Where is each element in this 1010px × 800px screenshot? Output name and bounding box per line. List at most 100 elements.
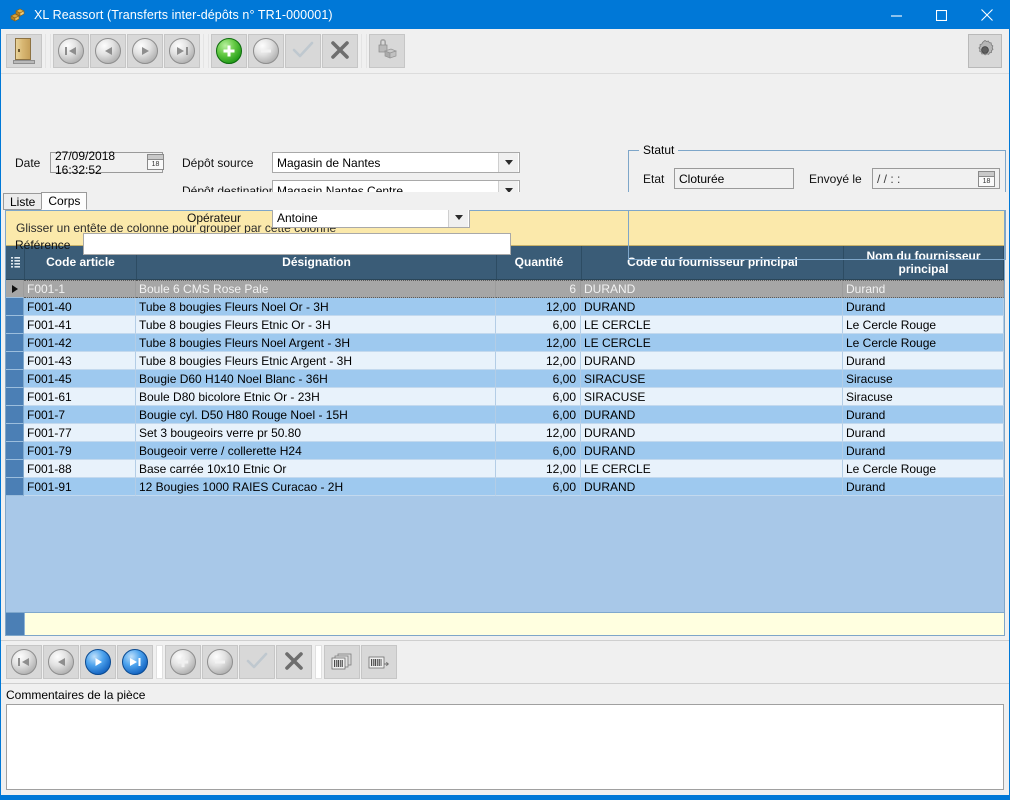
cell-quantite: 6,00 (496, 370, 581, 388)
table-row[interactable]: F001-91 12 Bougies 1000 RAIES Curacao - … (6, 478, 1004, 496)
envoye-value: / / : : (877, 172, 978, 186)
window-controls (874, 1, 1009, 29)
cell-quantite: 12,00 (496, 352, 581, 370)
chevron-down-icon[interactable] (448, 208, 468, 227)
envoye-calendar-icon[interactable]: 18 (978, 171, 995, 187)
cell-code-fournisseur: DURAND (581, 406, 843, 424)
table-row[interactable]: F001-77 Set 3 bougeoirs verre pr 50.80 1… (6, 424, 1004, 442)
window-title: XL Reassort (Transferts inter-dépôts n° … (34, 8, 874, 22)
exit-door-button[interactable] (6, 34, 42, 68)
delete-button[interactable] (248, 34, 284, 68)
last-record-button[interactable] (164, 34, 200, 68)
grid-next-button[interactable] (80, 645, 116, 679)
table-row[interactable]: F001-41 Tube 8 bougies Fleurs Etnic Or -… (6, 316, 1004, 334)
cell-quantite: 12,00 (496, 424, 581, 442)
etat-field: Cloturée (674, 168, 794, 189)
comments-section: Commentaires de la pièce (1, 684, 1009, 795)
cell-designation: Tube 8 bougies Fleurs Noel Argent - 3H (136, 334, 496, 352)
table-row[interactable]: F001-42 Tube 8 bougies Fleurs Noel Argen… (6, 334, 1004, 352)
cell-code-article: F001-42 (24, 334, 136, 352)
grid-validate-button[interactable] (239, 645, 275, 679)
settings-button[interactable] (968, 34, 1002, 68)
next-record-icon (132, 38, 158, 64)
operateur-label: Opérateur (187, 211, 241, 225)
close-button[interactable] (964, 1, 1009, 29)
table-row[interactable]: F001-1 Boule 6 CMS Rose Pale 6 DURAND Du… (6, 280, 1004, 298)
cell-code-article: F001-1 (24, 280, 136, 298)
previous-record-button[interactable] (90, 34, 126, 68)
cell-nom-fournisseur: Durand (843, 406, 1004, 424)
cancel-button[interactable] (322, 34, 358, 68)
main-toolbar (1, 29, 1009, 74)
cell-quantite: 6,00 (496, 316, 581, 334)
table-row[interactable]: F001-88 Base carrée 10x10 Etnic Or 12,00… (6, 460, 1004, 478)
grid-first-button[interactable] (6, 645, 42, 679)
comments-textarea[interactable] (6, 704, 1004, 790)
tab-corps[interactable]: Corps (41, 192, 87, 210)
cell-quantite: 6,00 (496, 406, 581, 424)
lock-transfer-button[interactable] (369, 34, 405, 68)
toolbar-separator (156, 645, 163, 679)
chevron-down-icon[interactable] (498, 153, 518, 172)
cell-code-article: F001-88 (24, 460, 136, 478)
cell-designation: Tube 8 bougies Fleurs Noel Or - 3H (136, 298, 496, 316)
grid-last-button[interactable] (117, 645, 153, 679)
depot-source-select[interactable]: Magasin de Nantes (272, 152, 520, 173)
cell-nom-fournisseur: Durand (843, 442, 1004, 460)
grid-delete-button[interactable] (202, 645, 238, 679)
grid-footer (6, 612, 1004, 635)
row-indicator (6, 478, 24, 496)
row-indicator (6, 316, 24, 334)
cell-code-fournisseur: LE CERCLE (581, 316, 843, 334)
cell-nom-fournisseur: Siracuse (843, 388, 1004, 406)
cell-designation: Tube 8 bougies Fleurs Etnic Argent - 3H (136, 352, 496, 370)
cell-code-fournisseur: SIRACUSE (581, 370, 843, 388)
minimize-button[interactable] (874, 1, 919, 29)
cell-code-article: F001-45 (24, 370, 136, 388)
table-row[interactable]: F001-7 Bougie cyl. D50 H80 Rouge Noel - … (6, 406, 1004, 424)
envoye-field[interactable]: / / : : 18 (872, 168, 1000, 189)
etat-label: Etat (643, 172, 664, 186)
maximize-button[interactable] (919, 1, 964, 29)
table-row[interactable]: F001-40 Tube 8 bougies Fleurs Noel Or - … (6, 298, 1004, 316)
cell-code-fournisseur: LE CERCLE (581, 334, 843, 352)
first-record-icon (11, 649, 37, 675)
grid-add-button[interactable] (165, 645, 201, 679)
grid-previous-button[interactable] (43, 645, 79, 679)
cell-designation: Set 3 bougeoirs verre pr 50.80 (136, 424, 496, 442)
operateur-select[interactable]: Antoine (272, 207, 470, 228)
first-record-button[interactable] (53, 34, 89, 68)
row-indicator (6, 352, 24, 370)
table-row[interactable]: F001-61 Boule D80 bicolore Etnic Or - 23… (6, 388, 1004, 406)
cell-code-article: F001-79 (24, 442, 136, 460)
grid-cancel-button[interactable] (276, 645, 312, 679)
tab-corps-label: Corps (48, 194, 80, 208)
row-indicator (6, 388, 24, 406)
cell-code-fournisseur: DURAND (581, 298, 843, 316)
statut-legend: Statut (639, 143, 678, 157)
cell-quantite: 6,00 (496, 442, 581, 460)
operateur-value: Antoine (273, 211, 448, 225)
tab-liste[interactable]: Liste (3, 193, 42, 210)
barcode-stack-button[interactable] (324, 645, 360, 679)
cell-code-fournisseur: DURAND (581, 280, 843, 298)
cell-nom-fournisseur: Durand (843, 478, 1004, 496)
toolbar-separator (45, 34, 51, 68)
depot-source-label: Dépôt source (182, 156, 253, 170)
barcode-single-button[interactable] (361, 645, 397, 679)
add-button[interactable] (211, 34, 247, 68)
cell-designation: Bougie cyl. D50 H80 Rouge Noel - 15H (136, 406, 496, 424)
reference-input[interactable] (83, 233, 511, 255)
last-record-icon (169, 38, 195, 64)
table-row[interactable]: F001-79 Bougeoir verre / collerette H24 … (6, 442, 1004, 460)
first-record-icon (58, 38, 84, 64)
validate-button[interactable] (285, 34, 321, 68)
cell-code-article: F001-40 (24, 298, 136, 316)
table-row[interactable]: F001-45 Bougie D60 H140 Noel Blanc - 36H… (6, 370, 1004, 388)
cell-designation: Bougeoir verre / collerette H24 (136, 442, 496, 460)
table-row[interactable]: F001-43 Tube 8 bougies Fleurs Etnic Arge… (6, 352, 1004, 370)
date-calendar-icon[interactable]: 18 (147, 154, 164, 170)
date-value: 27/09/2018 16:32:52 (55, 149, 158, 177)
next-record-button[interactable] (127, 34, 163, 68)
door-icon (13, 38, 35, 64)
